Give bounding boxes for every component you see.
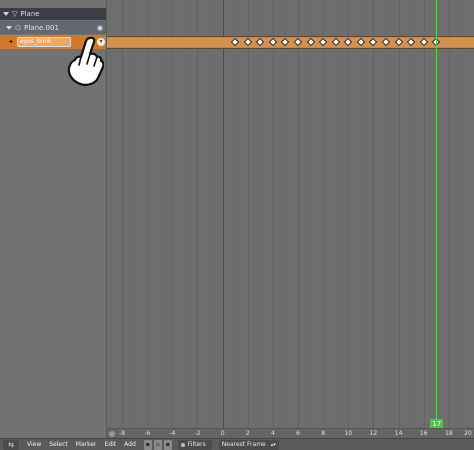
pointing-hand-icon bbox=[67, 36, 104, 86]
triangle-object-icon: ▽ bbox=[12, 10, 18, 18]
ruler-tick-label: -6 bbox=[144, 430, 151, 437]
dope-sheet-editor-icon[interactable]: ⇆ bbox=[3, 439, 19, 450]
grid-line bbox=[147, 0, 149, 438]
ruler-tick-label: 2 bbox=[245, 430, 250, 437]
expand-arrow-icon[interactable] bbox=[3, 12, 9, 16]
grid-line bbox=[197, 0, 199, 438]
ruler-tick-label: 20 bbox=[464, 430, 472, 437]
ruler-tick-label: -4 bbox=[169, 430, 176, 437]
origin-frame-line bbox=[222, 0, 224, 438]
channel-object-plane[interactable]: ▽ Plane bbox=[0, 8, 106, 20]
ruler-tick-label: 18 bbox=[445, 430, 453, 437]
ruler-tick-label: 6 bbox=[296, 430, 300, 437]
dopesheet-timeline[interactable]: 17 bbox=[107, 0, 474, 438]
grid-line bbox=[235, 0, 237, 438]
filters-label: Filters bbox=[187, 440, 206, 448]
action-icon: ✦ bbox=[8, 38, 14, 46]
action-name-text: eyes_blink bbox=[20, 38, 52, 45]
grid-line bbox=[134, 0, 136, 438]
pin-toggle-icon[interactable]: ▪ bbox=[143, 439, 152, 450]
summary-fill bbox=[107, 38, 474, 47]
grid-line bbox=[298, 0, 300, 438]
action-name-field[interactable]: eyes_blink bbox=[17, 37, 71, 47]
grid-line bbox=[285, 0, 287, 438]
dropdown-arrows-icon: ▴▾ bbox=[270, 441, 276, 448]
grid-line bbox=[260, 0, 262, 438]
snap-mode-value: Nearest Frame bbox=[221, 440, 266, 448]
grid-line bbox=[323, 0, 325, 438]
menu-add[interactable]: Add bbox=[124, 441, 136, 448]
mesh-data-icon: ⌬ bbox=[15, 23, 22, 32]
channel-mesh-plane-001[interactable]: ⌬ Plane.001 ◉ bbox=[0, 21, 106, 34]
grid-line bbox=[398, 0, 400, 438]
ruler-tick-label: 10 bbox=[344, 430, 353, 437]
ruler-tick-label: -2 bbox=[194, 430, 201, 437]
current-frame-line[interactable] bbox=[436, 0, 438, 430]
grid-line bbox=[411, 0, 413, 438]
ruler-tick-label: 12 bbox=[369, 430, 378, 437]
filters-button[interactable]: Filters bbox=[177, 439, 212, 450]
expand-arrow-icon[interactable] bbox=[6, 25, 12, 30]
channel-object-label: Plane bbox=[20, 10, 40, 18]
visibility-icon[interactable]: ◉ bbox=[97, 24, 103, 32]
grid-line bbox=[423, 0, 425, 438]
grid-line bbox=[461, 0, 463, 438]
grid-line bbox=[159, 0, 161, 438]
grid-line bbox=[122, 0, 124, 438]
grid-line bbox=[247, 0, 249, 438]
snap-mode-select[interactable]: Nearest Frame ▴▾ bbox=[218, 439, 279, 450]
menu-select[interactable]: Select bbox=[49, 441, 68, 448]
channel-mesh-label: Plane.001 bbox=[24, 23, 59, 32]
grid-line bbox=[184, 0, 186, 438]
ruler-tick-label: 8 bbox=[321, 430, 326, 437]
ruler-tick-label: 14 bbox=[394, 430, 403, 437]
grid-line bbox=[348, 0, 350, 438]
scroll-handle-icon[interactable] bbox=[109, 431, 115, 437]
grid-line bbox=[109, 0, 111, 438]
grid-line bbox=[310, 0, 312, 438]
menu-edit[interactable]: Edit bbox=[105, 441, 117, 448]
grid-line bbox=[360, 0, 362, 438]
filters-dot-icon bbox=[180, 442, 185, 447]
paste-keys-icon[interactable]: ▪ bbox=[163, 439, 172, 450]
ruler-tick-label: -8 bbox=[119, 430, 126, 437]
grid-line bbox=[386, 0, 388, 438]
action-summary-band bbox=[107, 36, 474, 49]
ruler-tick-label: 0 bbox=[220, 430, 225, 437]
grid-line bbox=[373, 0, 375, 438]
ruler-tick-label: 4 bbox=[270, 430, 275, 437]
grid-line bbox=[335, 0, 337, 438]
grid-line bbox=[272, 0, 274, 438]
grid-line bbox=[448, 0, 450, 438]
ruler-tick-label: 16 bbox=[419, 430, 428, 437]
grid-line bbox=[210, 0, 212, 438]
dopesheet-header: ⇆ View Select Marker Edit Add ▪ ▫ ▪ Filt… bbox=[0, 438, 474, 450]
grid-line bbox=[172, 0, 174, 438]
menu-marker[interactable]: Marker bbox=[76, 441, 97, 448]
menu-view[interactable]: View bbox=[27, 441, 41, 448]
copy-keys-icon[interactable]: ▫ bbox=[153, 439, 162, 450]
